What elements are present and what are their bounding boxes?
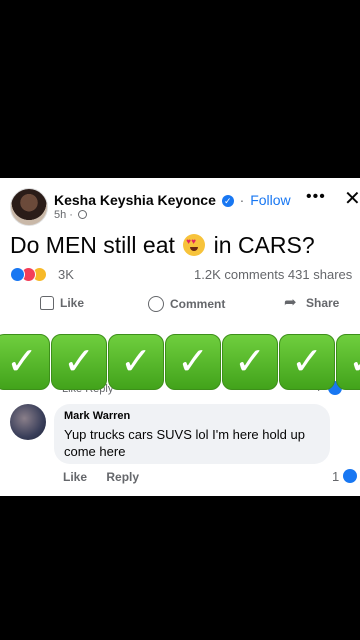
- like-button[interactable]: Like: [40, 296, 84, 310]
- comment-bubble-icon: [148, 296, 164, 312]
- post-header: Kesha Keyshia Keyonce ✓ · Follow: [54, 192, 291, 208]
- comment-text: Yup trucks cars SUVS lol I'm here hold u…: [64, 427, 305, 459]
- thumbs-up-icon: [40, 296, 54, 310]
- commenter-avatar[interactable]: [10, 404, 46, 440]
- commenter-name[interactable]: Mark Warren: [64, 410, 130, 422]
- share-button[interactable]: Share: [284, 293, 340, 311]
- reaction-count: 3K: [58, 267, 74, 282]
- check-mark-icon: ✓: [222, 334, 278, 390]
- comment-reaction-count: 1: [332, 469, 340, 484]
- check-mark-icon: ✓: [51, 334, 107, 390]
- check-mark-icon: ✓: [108, 334, 164, 390]
- share-label: Share: [306, 296, 340, 310]
- share-arrow-icon: [284, 293, 300, 311]
- check-mark-icon: ✓: [279, 334, 335, 390]
- post-time: 5h ·: [54, 209, 88, 221]
- post-card: Kesha Keyshia Keyonce ✓ · Follow 5h · ••…: [0, 178, 360, 496]
- comment-share-stats[interactable]: 1.2K comments 431 shares: [194, 267, 352, 282]
- check-mark-icon: ✓: [165, 334, 221, 390]
- like-reaction-icon: [10, 267, 25, 282]
- author-avatar[interactable]: [10, 188, 48, 226]
- like-label: Like: [60, 296, 85, 310]
- author-name[interactable]: Kesha Keyshia Keyonce: [54, 192, 216, 208]
- separator: ·: [239, 192, 245, 208]
- action-bar: Like Comment Share: [0, 293, 360, 320]
- follow-button[interactable]: Follow: [250, 192, 290, 208]
- close-icon[interactable]: ✕: [344, 186, 360, 211]
- heart-eyes-cat-icon: [183, 234, 206, 256]
- verified-icon: ✓: [221, 195, 234, 207]
- check-mark-icon: ✓: [336, 334, 360, 390]
- comment-actions: Like Reply: [63, 470, 155, 484]
- comment-label: Comment: [170, 297, 226, 311]
- headline-part-1: Do MEN still eat: [10, 232, 175, 258]
- comment-bubble: Mark Warren Yup trucks cars SUVS lol I'm…: [54, 404, 330, 464]
- comment-button[interactable]: Comment: [148, 296, 225, 312]
- comment-like-button[interactable]: Like: [63, 470, 87, 484]
- post-text: Do MEN still eat in CARS?: [10, 232, 315, 259]
- headline-part-2: in CARS?: [213, 232, 315, 258]
- globe-icon: [78, 210, 88, 219]
- comment-like-badge-icon: [343, 469, 357, 483]
- timestamp: 5h ·: [54, 209, 73, 221]
- check-mark-icon: ✓: [0, 334, 50, 390]
- comment-reply-button[interactable]: Reply: [106, 470, 139, 484]
- more-options-icon[interactable]: •••: [306, 188, 326, 206]
- check-mark-overlay: ✓ ✓ ✓ ✓ ✓ ✓ ✓: [0, 334, 360, 390]
